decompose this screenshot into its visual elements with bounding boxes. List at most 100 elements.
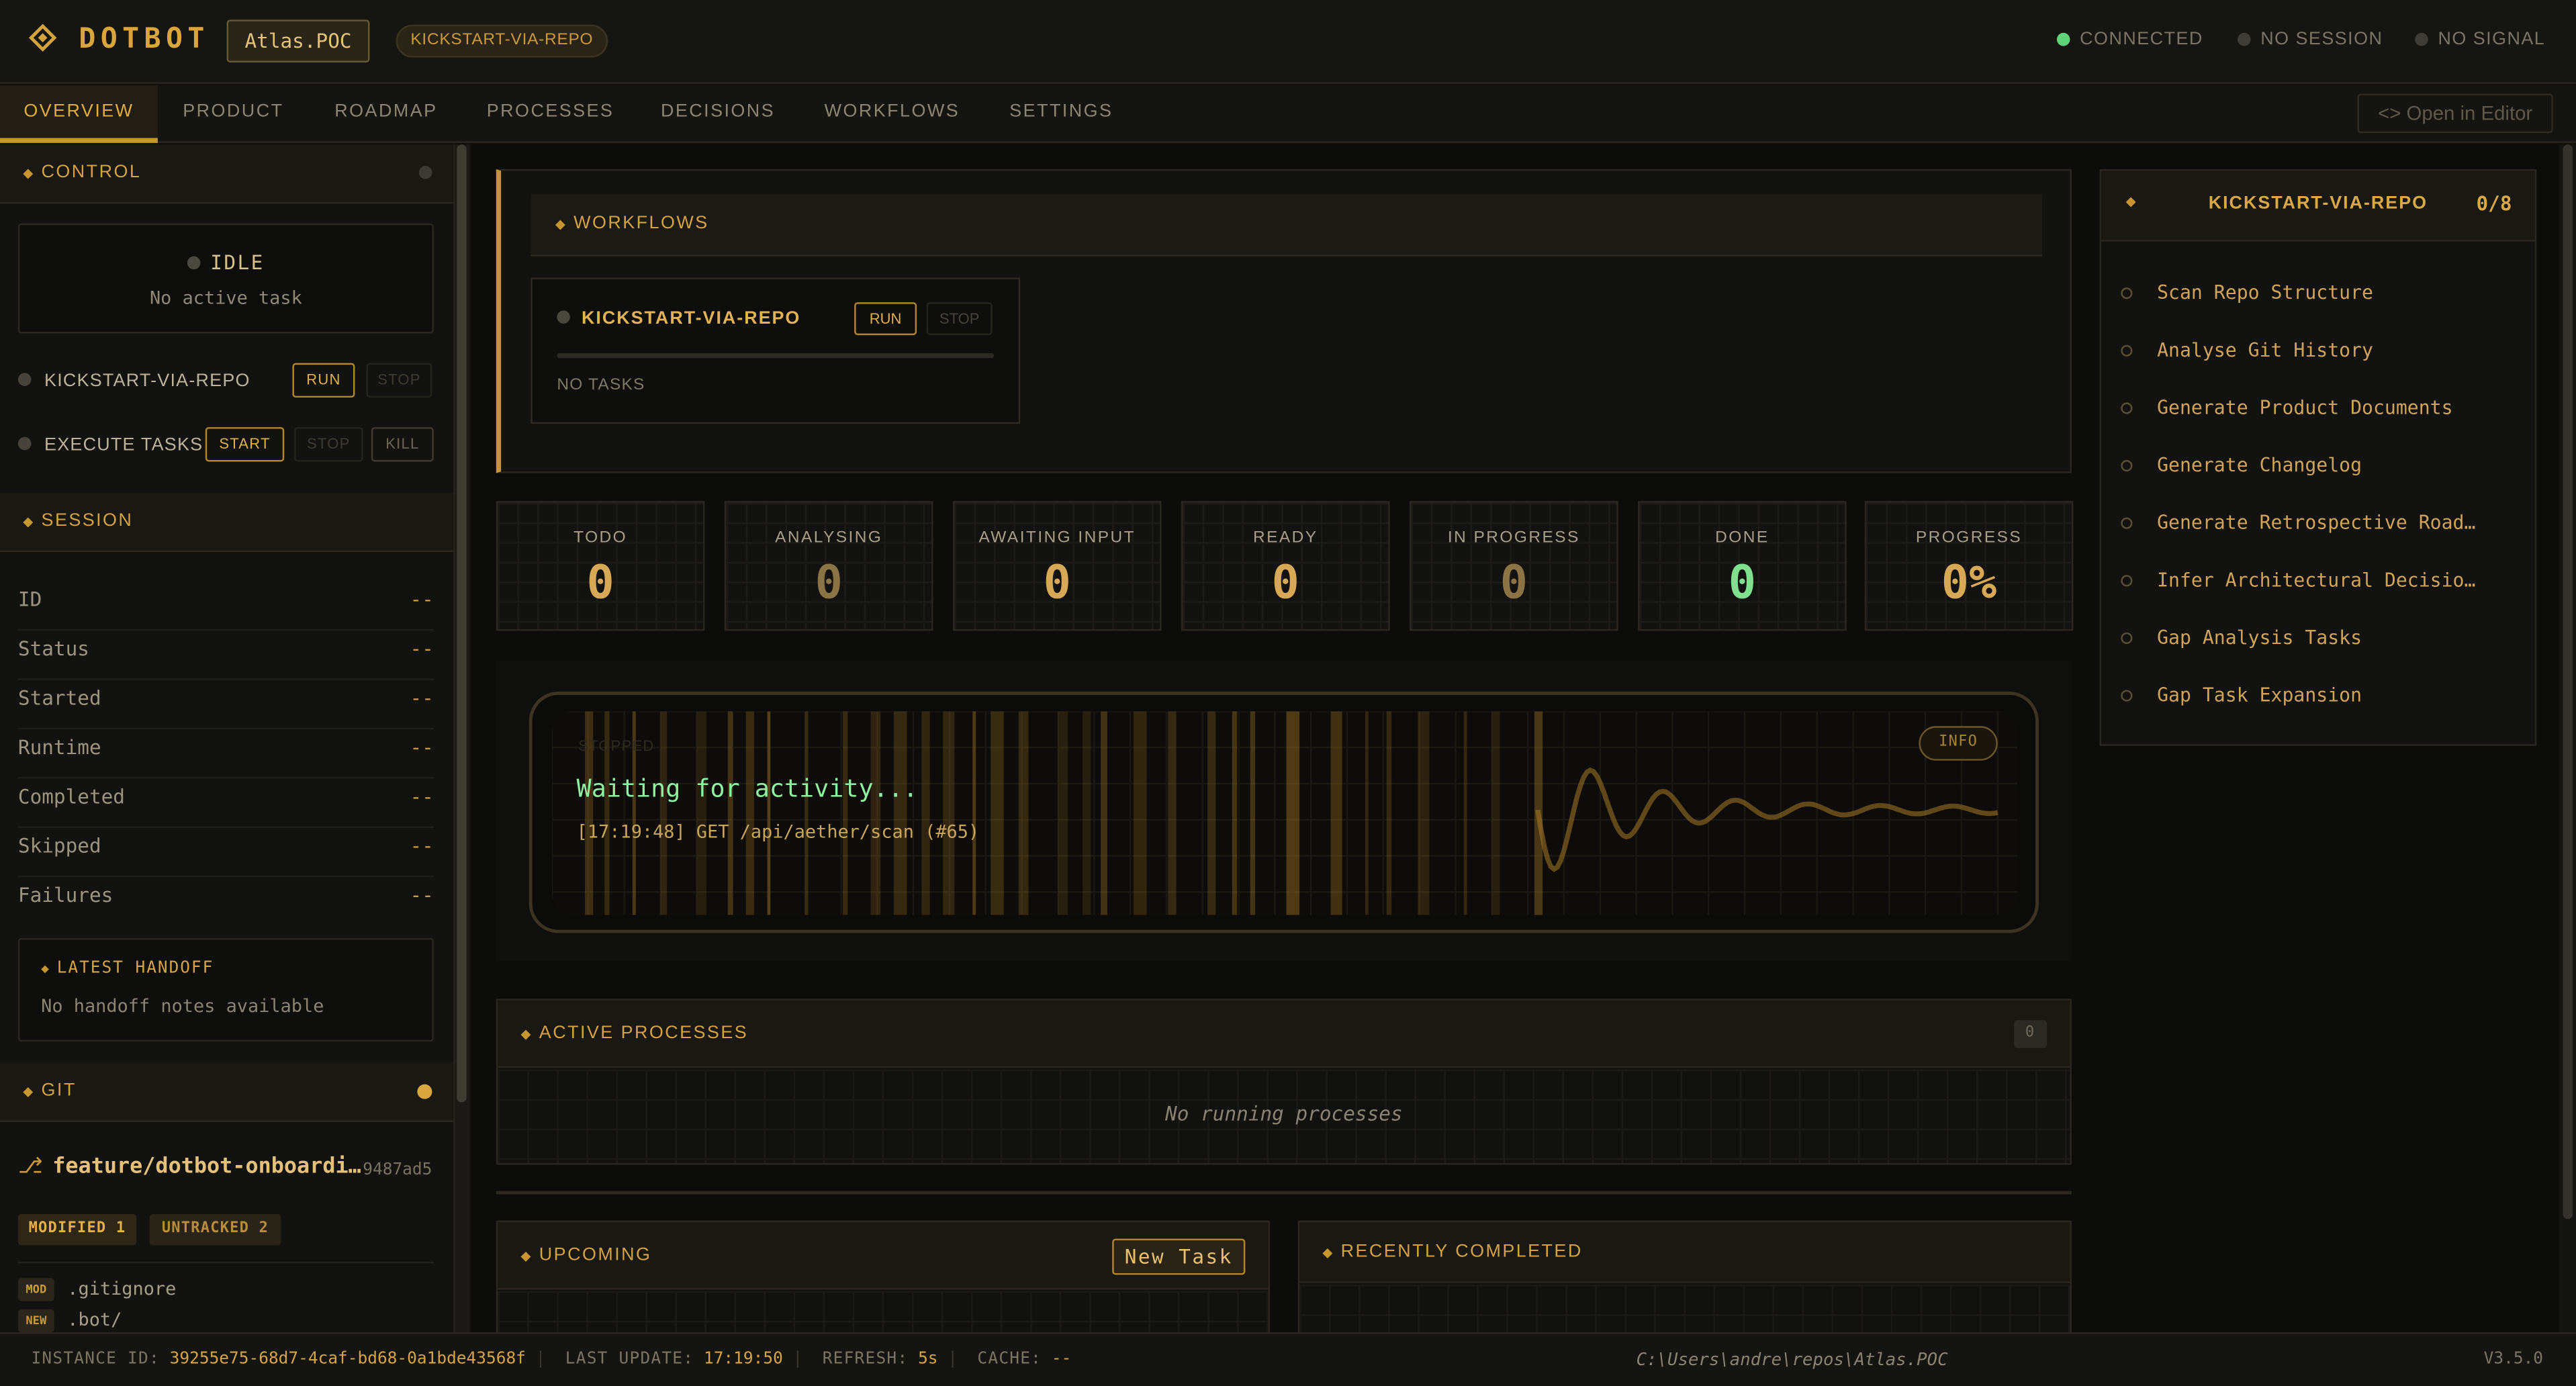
terminal-state: STOPPED [578,737,655,754]
status-dot-icon [2056,32,2070,46]
separator: | [535,1350,546,1369]
active-processes-header: ◆ ACTIVE PROCESSES 0 [498,1000,2070,1068]
status-dot-icon [187,256,201,270]
signal-bar [972,711,976,915]
execute-tasks-row: EXECUTE TASKS START STOP KILL [17,427,445,463]
latest-handoff-box: ◆ LATEST HANDOFF No handoff notes availab… [17,937,434,1042]
control-section-header: ◆ CONTROL [0,144,454,204]
stat-awaiting-input: AWAITING INPUT 0 [952,501,1162,631]
step-label: Gap Analysis Tasks [2157,626,2362,649]
main-scrollbar-thumb[interactable] [2563,144,2573,1219]
recently-completed-header: ◆ RECENTLY COMPLETED [1299,1222,2070,1283]
stat-todo: TODO 0 [496,501,705,631]
tab-settings[interactable]: SETTINGS [997,85,1125,143]
stat-value: 0 [815,555,843,610]
pending-circle-icon [2121,459,2133,472]
project-path: C:\Users\andre\repos\Atlas.POC [1636,1350,1948,1371]
workflow-steps-panel: ◆ KICKSTART-VIA-REPO 0/8 Scan Repo Struc… [2099,169,2537,746]
execute-kill-button[interactable]: KILL [371,427,434,462]
execute-stop-button[interactable]: STOP [293,427,363,462]
stat-value: 0 [586,555,614,610]
signal-bar [1207,711,1216,915]
session-row-started: Started -- [17,680,434,730]
signal-bar [921,711,930,915]
session-key: Failures [17,884,113,907]
signal-bar [843,711,848,915]
status-dot-icon [2237,32,2251,46]
status-dot-icon [17,436,32,451]
workflow-card: KICKSTART-VIA-REPO RUN STOP NO TASKS [531,277,1021,424]
session-row-completed: Completed -- [17,779,434,828]
session-value: -- [410,588,434,612]
upcoming-header: ◆ UPCOMING New Task [498,1222,1269,1290]
main-scrollbar[interactable] [2559,144,2576,1333]
workflow-card-run-button[interactable]: RUN [854,302,917,336]
refresh-label: REFRESH: [822,1350,909,1369]
tab-overview[interactable]: OVERVIEW [0,85,158,143]
git-file-row[interactable]: MOD .gitignore [17,1278,176,1301]
session-key: Runtime [17,735,101,759]
status-label: NO SIGNAL [2438,30,2546,50]
signal-bar [991,711,1004,915]
signal-bar [1018,711,1029,915]
connection-status: CONNECTED [2056,30,2203,50]
signal-bar [893,711,907,915]
empty-state-text: No running processes [1165,1102,1403,1125]
workflow-step: Generate Changelog [2121,453,2362,476]
session-value: -- [410,735,434,759]
tab-product[interactable]: PRODUCT [171,85,295,143]
session-value: -- [410,834,434,858]
project-chip[interactable]: Atlas.POC [226,19,370,62]
signal-bar [804,711,809,915]
handoff-title: ◆ LATEST HANDOFF [41,960,214,978]
signal-bar [1491,711,1500,915]
diamond-icon: ◆ [520,1248,533,1264]
app-version: V3.5.0 [2483,1350,2544,1369]
file-status-tag: MOD [17,1278,54,1301]
signal-bar [727,711,733,915]
session-value: -- [410,686,434,710]
pending-circle-icon [2121,344,2133,357]
sidebar-scrollbar-thumb[interactable] [457,144,467,1103]
stat-value: 0 [1500,555,1528,610]
git-section-header: ◆ GIT [0,1062,454,1122]
tab-roadmap[interactable]: ROADMAP [322,85,450,143]
stat-label: IN PROGRESS [1447,528,1580,547]
new-task-button[interactable]: New Task [1112,1238,1246,1275]
session-section-header: ◆ SESSION [0,492,454,552]
workflow-card-stop-button[interactable]: STOP [926,302,993,336]
main-content: ◆ WORKFLOWS KICKSTART-VIA-REPO RUN STOP N… [471,144,2559,1333]
execute-start-button[interactable]: START [205,427,285,462]
active-processes-panel: ◆ ACTIVE PROCESSES 0 No running processes [496,999,2072,1165]
status-dot-icon [17,373,32,386]
workflow-run-button[interactable]: RUN [292,363,355,398]
signal-bar [1250,711,1256,915]
diamond-icon: ◆ [520,1027,533,1042]
upcoming-body [498,1291,1269,1333]
sidebar-scrollbar[interactable] [455,144,470,1333]
stat-label: DONE [1715,528,1769,547]
stat-value: 0 [1271,555,1299,610]
top-header: DOTBOT Atlas.POC KICKSTART-VIA-REPO CONN… [0,0,2576,84]
diamond-icon: ◆ [23,1084,35,1099]
stat-label: READY [1253,528,1318,547]
git-file-row[interactable]: NEW .bot/ [17,1309,122,1333]
tab-decisions[interactable]: DECISIONS [649,85,786,143]
status-dot-icon [418,166,432,179]
tab-processes[interactable]: PROCESSES [476,85,624,143]
session-row-id: ID -- [17,582,434,631]
stat-label: AWAITING INPUT [978,528,1136,547]
status-label: CONNECTED [2080,30,2203,50]
tab-workflows[interactable]: WORKFLOWS [813,85,971,143]
divider [17,1261,434,1264]
log-level-badge[interactable]: INFO [1919,726,1998,761]
separator: | [948,1350,958,1369]
signal-bar [1168,711,1177,915]
open-in-editor-button[interactable]: <> Open in Editor [2357,93,2553,134]
workflow-stop-button[interactable]: STOP [366,363,432,398]
workflow-name: KICKSTART-VIA-REPO [582,308,801,329]
brand-name: DOTBOT [79,23,210,56]
diamond-icon: ◆ [23,514,35,529]
signal-bar [1134,711,1147,915]
sidebar: ◆ CONTROL IDLE No active task KICKSTART-V… [0,144,455,1333]
